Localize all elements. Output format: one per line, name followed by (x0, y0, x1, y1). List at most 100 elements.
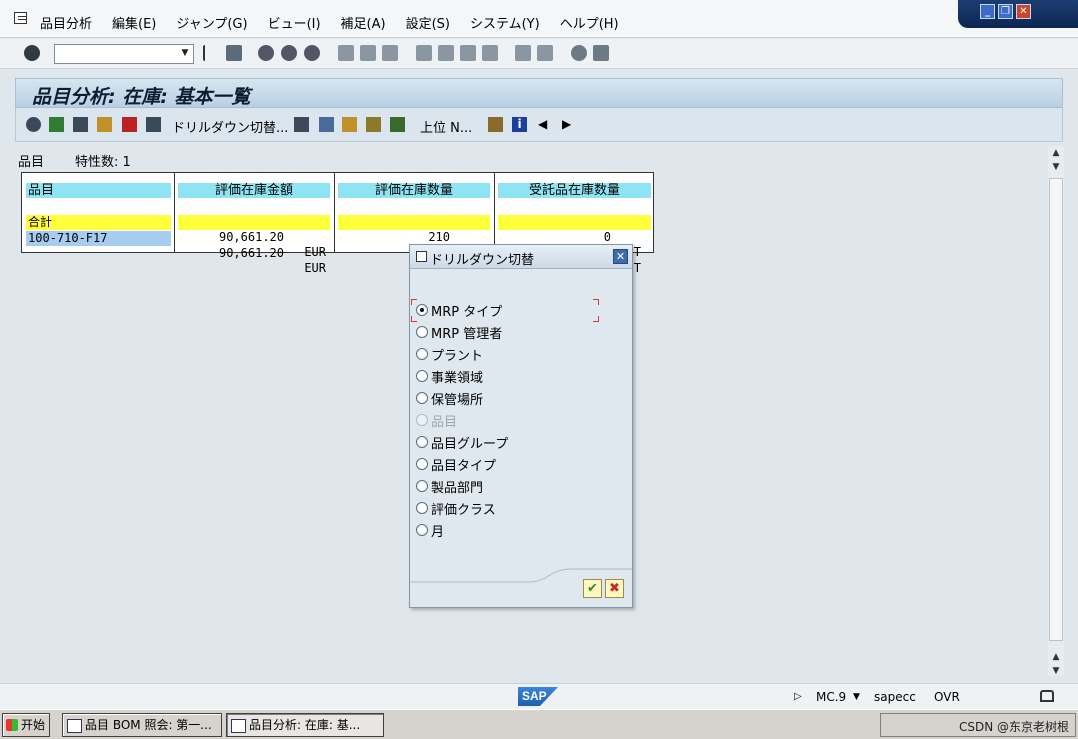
find-icon[interactable] (360, 45, 376, 61)
new-session-icon[interactable] (515, 45, 531, 61)
header-consignment-stock-qty[interactable]: 受託品在庫数量 (498, 183, 651, 198)
row-total-qty-cell[interactable]: 210 ST (338, 215, 490, 259)
find-next-icon[interactable] (382, 45, 398, 61)
radio-mrp-controller[interactable]: MRP 管理者 (416, 323, 503, 342)
settings-icon[interactable] (342, 117, 357, 132)
menu-help[interactable]: ヘルプ(H) (560, 13, 619, 32)
drilldown-switch-dialog: ドリルダウン切替 ✕ MRP タイプ MRP 管理者 プラント 事業領域 保管場… (409, 244, 633, 608)
previous-arrow-icon[interactable]: ◀ (538, 117, 553, 132)
row-total-consign-cell[interactable]: 0 ST (498, 215, 651, 259)
status-bar: SAP ▷ MC.9 ▼ sapecc OVR (0, 683, 1078, 709)
menu-view[interactable]: ビュー(I) (268, 13, 321, 32)
radio-icon (416, 502, 428, 514)
hierarchy-icon[interactable] (146, 117, 161, 132)
radio-month[interactable]: 月 (416, 521, 444, 540)
back-arrow-icon[interactable] (203, 45, 213, 61)
radio-mrp-type[interactable]: MRP タイプ (416, 301, 502, 320)
minimize-button[interactable]: _ (980, 4, 995, 19)
row-material-value-cell[interactable]: 90,661.20 EUR (178, 231, 330, 275)
cancel-button[interactable]: ✖ (605, 579, 624, 598)
last-page-icon[interactable] (482, 45, 498, 61)
cancel-icon[interactable] (304, 45, 320, 61)
radio-icon (416, 436, 428, 448)
radio-valuation-class[interactable]: 評価クラス (416, 499, 496, 518)
detail-icon[interactable] (26, 117, 41, 132)
row-total-value-cell[interactable]: 90,661.20 EUR (178, 215, 330, 259)
menu-material-analysis[interactable]: 品目分析 (40, 13, 92, 32)
focus-bracket (593, 299, 599, 305)
funnel-icon[interactable] (390, 117, 405, 132)
status-toggle-icon[interactable]: ▷ (794, 691, 802, 702)
top-n-button[interactable]: 上位 N... (420, 117, 472, 136)
focus-bracket (593, 316, 599, 322)
menu-extras[interactable]: 補足(A) (341, 13, 386, 32)
header-valuated-stock-qty[interactable]: 評価在庫数量 (338, 183, 490, 198)
start-button[interactable]: 开始 (2, 713, 50, 737)
menu-icon[interactable] (14, 12, 27, 24)
graphic-icon[interactable] (97, 117, 112, 132)
shortcut-icon[interactable] (537, 45, 553, 61)
exit-icon[interactable] (281, 45, 297, 61)
menu-settings[interactable]: 設定(S) (406, 13, 450, 32)
system-tray: CSDN @东京老树根 (880, 713, 1076, 737)
vertical-scrollbar[interactable]: ▲ ▼ ▲ ▼ (1048, 146, 1064, 676)
dialog-title: ドリルダウン切替 (430, 253, 535, 268)
next-page-icon[interactable] (460, 45, 476, 61)
os-taskbar: 开始 品目 BOM 照会: 第一... 品目分析: 在庫: 基... CSDN … (0, 709, 1078, 739)
chart-icon[interactable] (319, 117, 334, 132)
radio-division[interactable]: 製品部門 (416, 477, 484, 496)
radio-material-group[interactable]: 品目グループ (416, 433, 509, 452)
print-icon[interactable] (338, 45, 354, 61)
sort-icon[interactable] (366, 117, 381, 132)
application-toolbar: ドリルダウン切替... 上位 N... i ◀ ▶ (15, 108, 1063, 142)
restore-button[interactable]: ❐ (998, 4, 1013, 19)
scroll-up-icon[interactable]: ▲ (1051, 148, 1061, 158)
next-arrow-icon[interactable]: ▶ (562, 117, 577, 132)
enter-icon[interactable] (24, 45, 40, 61)
page-up-icon[interactable]: ▼ (1051, 162, 1061, 172)
command-field[interactable] (54, 44, 194, 64)
first-page-icon[interactable] (416, 45, 432, 61)
abc-analysis-icon[interactable] (122, 117, 137, 132)
chevron-down-icon[interactable]: ▼ (178, 45, 192, 62)
header-material[interactable]: 品目 (26, 183, 171, 198)
help-icon[interactable] (571, 45, 587, 61)
characteristics-count: 特性数: 1 (75, 155, 131, 170)
row-total-material[interactable]: 合計 (26, 215, 171, 230)
scroll-down-icon[interactable]: ▼ (1051, 666, 1061, 676)
dialog-close-button[interactable]: ✕ (613, 249, 628, 264)
menu-goto[interactable]: ジャンプ(G) (176, 13, 247, 32)
radio-disabled-icon (416, 414, 428, 426)
radio-material-type[interactable]: 品目タイプ (416, 455, 496, 474)
menu-edit[interactable]: 編集(E) (112, 13, 156, 32)
header-valuated-stock-value[interactable]: 評価在庫金額 (178, 183, 330, 198)
close-window-button[interactable]: ✕ (1016, 4, 1031, 19)
scrollbar-thumb[interactable] (1049, 178, 1063, 641)
layout-icon[interactable] (593, 45, 609, 61)
copy-icon[interactable] (488, 117, 503, 132)
row-material-id[interactable]: 100-710-F17 (26, 231, 171, 246)
task-bom-display[interactable]: 品目 BOM 照会: 第一... (62, 713, 222, 737)
filter-icon[interactable] (73, 117, 88, 132)
radio-business-area[interactable]: 事業領域 (416, 367, 483, 386)
radio-label: MRP 管理者 (431, 326, 503, 342)
radio-label: 品目グループ (431, 436, 509, 452)
refresh-icon[interactable] (49, 117, 64, 132)
task-material-analysis[interactable]: 品目分析: 在庫: 基... (226, 713, 384, 737)
radio-label: 製品部門 (431, 480, 484, 496)
radio-storage-location[interactable]: 保管場所 (416, 389, 483, 408)
row-material-currency: EUR (304, 261, 326, 275)
menu-system[interactable]: システム(Y) (470, 13, 540, 32)
status-dropdown-icon[interactable]: ▼ (853, 692, 860, 702)
confirm-button[interactable]: ✔ (583, 579, 602, 598)
stock-grid: 品目 評価在庫金額 評価在庫数量 受託品在庫数量 合計 90,661.20 EU… (21, 172, 654, 275)
info-icon[interactable]: i (512, 117, 527, 132)
radio-plant[interactable]: プラント (416, 345, 483, 364)
previous-page-icon[interactable] (438, 45, 454, 61)
radio-label: 品目 (431, 414, 458, 430)
page-down-icon[interactable]: ▲ (1051, 652, 1061, 662)
tree-icon[interactable] (294, 117, 309, 132)
back-icon[interactable] (258, 45, 274, 61)
drilldown-switch-button[interactable]: ドリルダウン切替... (172, 117, 288, 136)
save-icon[interactable] (226, 45, 242, 61)
